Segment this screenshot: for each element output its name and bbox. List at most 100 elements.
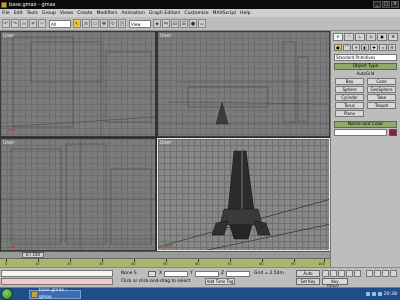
move-icon[interactable]: ✥ xyxy=(100,19,108,28)
modify-tab-icon[interactable]: ◠ xyxy=(344,33,354,41)
security-icon[interactable] xyxy=(377,292,382,296)
undo-icon[interactable]: ↶ xyxy=(2,19,10,28)
maxscript-listener-input[interactable] xyxy=(1,270,113,277)
mirror-icon[interactable]: ⇋ xyxy=(162,19,170,28)
primitive-type-dropdown[interactable]: Standard Primitives xyxy=(334,54,397,61)
play-icon[interactable] xyxy=(338,270,345,277)
hierarchy-tab-icon[interactable]: ⊥ xyxy=(355,33,365,41)
x-coord-field[interactable] xyxy=(164,271,188,277)
y-coord-field[interactable] xyxy=(195,271,219,277)
menu-graph-editors[interactable]: Graph Editors xyxy=(149,11,181,16)
close-button[interactable]: × xyxy=(391,1,399,8)
viewport-bottom-left[interactable]: User xyxy=(0,138,156,251)
scale-icon[interactable]: ◳ xyxy=(118,19,126,28)
unlink-icon[interactable]: ≠ xyxy=(29,19,37,28)
next-frame-icon[interactable] xyxy=(346,270,353,277)
create-category-icons: ● ⌒ ☀ ◧ ✚ ≈ ⚙ xyxy=(331,43,400,52)
cone-button[interactable]: Cone xyxy=(367,78,396,85)
space-warps-icon[interactable]: ≈ xyxy=(379,44,387,51)
viewport-label[interactable]: User xyxy=(160,140,171,146)
maxscript-listener-output[interactable] xyxy=(1,278,113,285)
helpers-icon[interactable]: ✚ xyxy=(370,44,378,51)
teapot-button[interactable]: Teapot xyxy=(367,102,396,109)
menu-file[interactable]: File xyxy=(2,11,10,16)
object-type-rollout[interactable]: Object Type xyxy=(334,63,397,70)
network-icon[interactable] xyxy=(365,292,370,296)
menu-group[interactable]: Group xyxy=(42,11,56,16)
goto-start-icon[interactable] xyxy=(322,270,329,277)
cameras-icon[interactable]: ◧ xyxy=(361,44,369,51)
auto-key-button[interactable]: Auto xyxy=(296,270,320,277)
name-and-color-rollout[interactable]: Name and Color xyxy=(334,121,397,128)
menu-animation[interactable]: Animation xyxy=(121,11,144,16)
viewport-bottom-right[interactable]: User xyxy=(157,138,330,251)
autogrid-checkbox[interactable]: AutoGrid xyxy=(334,71,397,76)
object-color-swatch[interactable] xyxy=(389,129,397,136)
material-editor-icon[interactable]: ● xyxy=(189,19,197,28)
redo-icon[interactable]: ↷ xyxy=(11,19,19,28)
clock[interactable]: 20:38 xyxy=(384,292,397,297)
object-name-field[interactable] xyxy=(334,129,387,136)
pivot-icon[interactable]: ◈ xyxy=(153,19,161,28)
link-icon[interactable]: ∞ xyxy=(20,19,28,28)
select-object-icon[interactable]: ↖ xyxy=(73,19,81,28)
zoom-icon[interactable] xyxy=(366,270,373,277)
goto-end-icon[interactable] xyxy=(354,270,361,277)
layers-icon[interactable]: ☰ xyxy=(180,19,188,28)
geometry-icon[interactable]: ● xyxy=(334,44,342,51)
render-icon[interactable]: ☕ xyxy=(198,19,206,28)
menu-create[interactable]: Create xyxy=(77,11,92,16)
select-region-icon[interactable]: ▭ xyxy=(91,19,99,28)
selection-lock-icon[interactable] xyxy=(148,271,156,277)
menu-modifiers[interactable]: Modifiers xyxy=(96,11,117,16)
viewport-label[interactable]: User xyxy=(3,33,14,39)
prev-frame-icon[interactable] xyxy=(330,270,337,277)
viewport-label[interactable]: User xyxy=(3,140,14,146)
box-button[interactable]: Box xyxy=(335,78,364,85)
cylinder-button[interactable]: Cylinder xyxy=(335,94,364,101)
add-time-tag-button[interactable]: Add Time Tag xyxy=(205,278,235,285)
tick-label: 0 xyxy=(5,262,8,266)
menu-customize[interactable]: Customize xyxy=(184,11,208,16)
systems-icon[interactable]: ⚙ xyxy=(388,44,396,51)
viewport-label[interactable]: User xyxy=(160,33,171,39)
taskbar-item[interactable]: base.gmax - gmax xyxy=(29,288,81,300)
menu-views[interactable]: Views xyxy=(60,11,73,16)
z-coord-field[interactable] xyxy=(226,271,250,277)
viewport-area: User User User User xyxy=(0,31,330,251)
key-filters-button[interactable]: Key Filters... xyxy=(322,278,348,289)
minimize-button[interactable]: _ xyxy=(373,1,381,8)
reference-coordinate-dropdown[interactable]: View xyxy=(129,19,151,28)
bind-space-warp-icon[interactable]: ~ xyxy=(38,19,46,28)
menu-tools[interactable]: Tools xyxy=(27,11,38,16)
time-slider[interactable]: 0 / 100 xyxy=(0,251,330,258)
pan-icon[interactable] xyxy=(374,270,381,277)
motion-tab-icon[interactable]: ◎ xyxy=(366,33,376,41)
select-by-name-icon[interactable]: ≡ xyxy=(82,19,90,28)
taskbar-item-label: base.gmax - gmax xyxy=(38,288,68,300)
display-tab-icon[interactable]: ▣ xyxy=(377,33,387,41)
sphere-button[interactable]: Sphere xyxy=(335,86,364,93)
orbit-icon[interactable] xyxy=(382,270,389,277)
create-tab-icon[interactable]: ✳ xyxy=(333,33,343,41)
lights-icon[interactable]: ☀ xyxy=(352,44,360,51)
align-icon[interactable]: ⊟ xyxy=(171,19,179,28)
rotate-icon[interactable]: ↻ xyxy=(109,19,117,28)
menu-help[interactable]: Help xyxy=(240,11,250,16)
set-key-button[interactable]: Set Key xyxy=(296,278,320,285)
plane-button[interactable]: Plane xyxy=(335,110,364,117)
geosphere-button[interactable]: GeoSphere xyxy=(367,86,396,93)
viewport-top-right[interactable]: User xyxy=(157,31,330,137)
utilities-tab-icon[interactable]: ⚒ xyxy=(388,33,398,41)
maximize-viewport-icon[interactable] xyxy=(390,270,397,277)
menu-edit[interactable]: Edit xyxy=(14,11,23,16)
volume-icon[interactable] xyxy=(371,292,376,296)
shapes-icon[interactable]: ⌒ xyxy=(343,44,351,51)
maximize-button[interactable]: □ xyxy=(382,1,390,8)
start-button-icon[interactable] xyxy=(1,288,13,300)
torus-button[interactable]: Torus xyxy=(335,102,364,109)
viewport-top-left[interactable]: User xyxy=(0,31,156,137)
menu-maxscript[interactable]: MAXScript xyxy=(213,11,237,16)
selection-filter-dropdown[interactable]: All xyxy=(49,19,71,28)
tube-button[interactable]: Tube xyxy=(367,94,396,101)
